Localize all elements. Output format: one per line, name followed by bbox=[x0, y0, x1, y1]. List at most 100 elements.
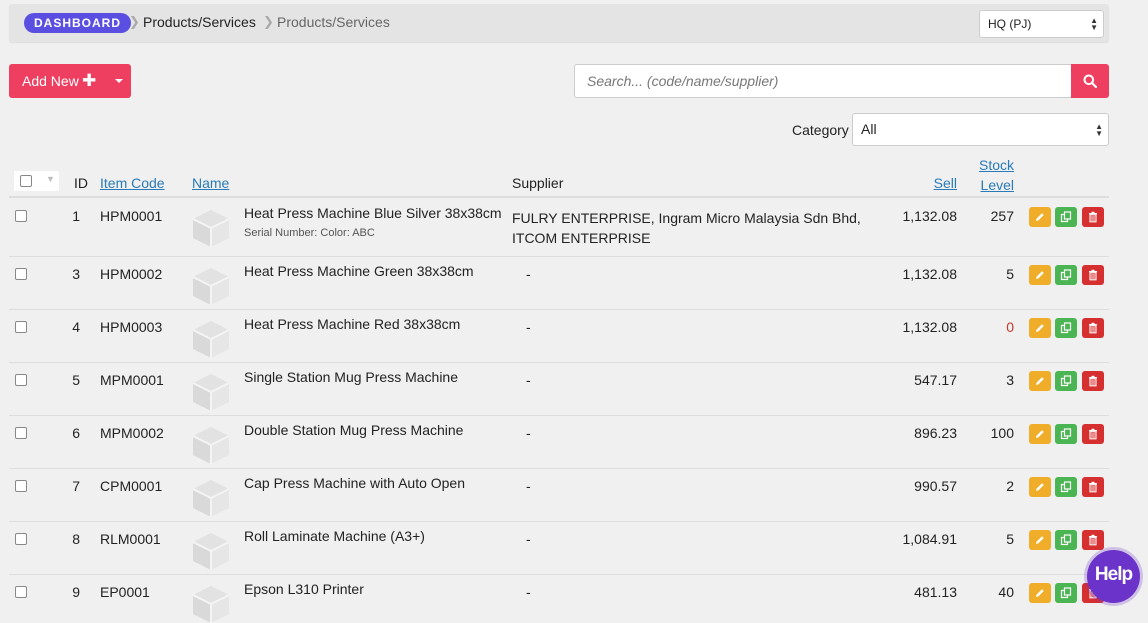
help-label: Help bbox=[1094, 564, 1133, 585]
duplicate-button[interactable] bbox=[1055, 265, 1077, 285]
delete-button[interactable] bbox=[1082, 318, 1104, 338]
row-name[interactable]: Heat Press Machine Red 38x38cm bbox=[244, 316, 460, 332]
table-row: 7 CPM0001 Cap Press Machine with Auto Op… bbox=[9, 469, 1109, 522]
category-select-value: All bbox=[861, 121, 877, 137]
trash-icon bbox=[1089, 428, 1097, 440]
delete-button[interactable] bbox=[1082, 371, 1104, 391]
table-row: 6 MPM0002 Double Station Mug Press Machi… bbox=[9, 416, 1109, 469]
delete-button[interactable] bbox=[1082, 424, 1104, 444]
row-checkbox[interactable] bbox=[15, 321, 27, 333]
edit-button[interactable] bbox=[1029, 583, 1051, 603]
branch-select[interactable]: HQ (PJ) ▲ ▼ bbox=[979, 10, 1104, 38]
table-row: 9 EP0001 Epson L310 Printer - 481.13 40 bbox=[9, 575, 1109, 623]
caret-down-icon[interactable] bbox=[115, 79, 123, 83]
delete-button[interactable] bbox=[1082, 207, 1104, 227]
add-new-button[interactable]: Add New ✚ bbox=[9, 64, 131, 98]
table-header: ▼ ID Item Code Name Supplier Sell Stock … bbox=[9, 152, 1109, 198]
row-checkbox[interactable] bbox=[15, 533, 27, 545]
delete-button[interactable] bbox=[1082, 265, 1104, 285]
column-header-stock-level[interactable]: Stock Level bbox=[979, 155, 1014, 195]
edit-button[interactable] bbox=[1029, 477, 1051, 497]
row-sell: 1,084.91 bbox=[902, 531, 958, 547]
row-checkbox[interactable] bbox=[15, 427, 27, 439]
row-sell: 547.17 bbox=[914, 372, 957, 388]
help-widget-button[interactable]: Help bbox=[1087, 550, 1140, 603]
category-select[interactable]: All ▲ ▼ bbox=[852, 113, 1109, 146]
duplicate-button[interactable] bbox=[1055, 583, 1077, 603]
row-checkbox[interactable] bbox=[15, 480, 27, 492]
copy-icon bbox=[1060, 587, 1072, 599]
copy-icon bbox=[1060, 269, 1072, 281]
row-item-code: HPM0001 bbox=[100, 208, 163, 224]
search-icon bbox=[1083, 74, 1097, 88]
row-supplier: - bbox=[526, 584, 531, 600]
delete-button[interactable] bbox=[1082, 477, 1104, 497]
duplicate-button[interactable] bbox=[1055, 371, 1077, 391]
row-name[interactable]: Double Station Mug Press Machine bbox=[244, 422, 463, 438]
row-item-code: HPM0002 bbox=[100, 266, 163, 282]
row-supplier: - bbox=[526, 372, 531, 388]
row-sell: 481.13 bbox=[914, 584, 957, 600]
row-checkbox[interactable] bbox=[15, 586, 27, 598]
sort-sell-link[interactable]: Sell bbox=[934, 175, 957, 191]
row-name[interactable]: Roll Laminate Machine (A3+) bbox=[244, 528, 425, 544]
dashboard-badge[interactable]: DASHBOARD bbox=[24, 13, 131, 33]
edit-button[interactable] bbox=[1029, 318, 1051, 338]
search-input[interactable] bbox=[574, 64, 1072, 98]
row-name[interactable]: Cap Press Machine with Auto Open bbox=[244, 475, 465, 491]
trash-icon bbox=[1089, 481, 1097, 493]
duplicate-button[interactable] bbox=[1055, 424, 1077, 444]
breadcrumb-item-products[interactable]: Products/Services bbox=[143, 14, 256, 30]
delete-button[interactable] bbox=[1082, 530, 1104, 550]
row-name[interactable]: Heat Press Machine Green 38x38cm bbox=[244, 263, 474, 279]
column-header-sell[interactable]: Sell bbox=[934, 175, 957, 191]
select-all-checkbox[interactable] bbox=[20, 175, 32, 187]
row-item-code: EP0001 bbox=[100, 584, 150, 600]
duplicate-button[interactable] bbox=[1055, 318, 1077, 338]
edit-button[interactable] bbox=[1029, 424, 1051, 444]
column-header-name[interactable]: Name bbox=[192, 175, 229, 191]
product-placeholder-icon bbox=[190, 207, 232, 252]
row-checkbox[interactable] bbox=[15, 268, 27, 280]
branch-select-value: HQ (PJ) bbox=[988, 17, 1032, 31]
sort-item-code-link[interactable]: Item Code bbox=[100, 175, 165, 191]
duplicate-button[interactable] bbox=[1055, 477, 1077, 497]
pencil-icon bbox=[1036, 377, 1044, 385]
row-name[interactable]: Single Station Mug Press Machine bbox=[244, 369, 458, 385]
pencil-icon bbox=[1036, 430, 1044, 438]
row-supplier: - bbox=[526, 478, 531, 494]
row-name[interactable]: Epson L310 Printer bbox=[244, 581, 364, 597]
search-button[interactable] bbox=[1071, 64, 1109, 98]
row-item-code: CPM0001 bbox=[100, 478, 163, 494]
category-label: Category bbox=[792, 122, 849, 138]
row-checkbox[interactable] bbox=[15, 210, 27, 222]
chevron-right-icon: ❯ bbox=[263, 14, 274, 29]
caret-down-icon[interactable]: ▼ bbox=[46, 174, 55, 184]
select-arrows-icon: ▲ ▼ bbox=[1095, 122, 1103, 138]
duplicate-button[interactable] bbox=[1055, 207, 1077, 227]
column-header-supplier: Supplier bbox=[512, 175, 564, 191]
row-sell: 1,132.08 bbox=[902, 319, 958, 335]
row-id: 5 bbox=[72, 372, 80, 388]
row-stock: 5 bbox=[1006, 531, 1014, 547]
table-row: 3 HPM0002 Heat Press Machine Green 38x38… bbox=[9, 257, 1109, 310]
duplicate-button[interactable] bbox=[1055, 530, 1077, 550]
column-header-item-code[interactable]: Item Code bbox=[100, 175, 165, 191]
pencil-icon bbox=[1036, 589, 1044, 597]
sort-name-link[interactable]: Name bbox=[192, 175, 229, 191]
edit-button[interactable] bbox=[1029, 207, 1051, 227]
sort-stock-link[interactable]: Level bbox=[981, 177, 1014, 193]
copy-icon bbox=[1060, 322, 1072, 334]
table-row: 8 RLM0001 Roll Laminate Machine (A3+) - … bbox=[9, 522, 1109, 575]
row-checkbox[interactable] bbox=[15, 374, 27, 386]
select-all-checkbox-group[interactable]: ▼ bbox=[14, 171, 59, 191]
sort-stock-link[interactable]: Stock bbox=[979, 157, 1014, 173]
table-row: 4 HPM0003 Heat Press Machine Red 38x38cm… bbox=[9, 310, 1109, 363]
edit-button[interactable] bbox=[1029, 265, 1051, 285]
row-supplier: - bbox=[526, 425, 531, 441]
edit-button[interactable] bbox=[1029, 371, 1051, 391]
row-id: 7 bbox=[72, 478, 80, 494]
row-name[interactable]: Heat Press Machine Blue Silver 38x38cm bbox=[244, 205, 502, 221]
edit-button[interactable] bbox=[1029, 530, 1051, 550]
row-stock: 2 bbox=[1006, 478, 1014, 494]
